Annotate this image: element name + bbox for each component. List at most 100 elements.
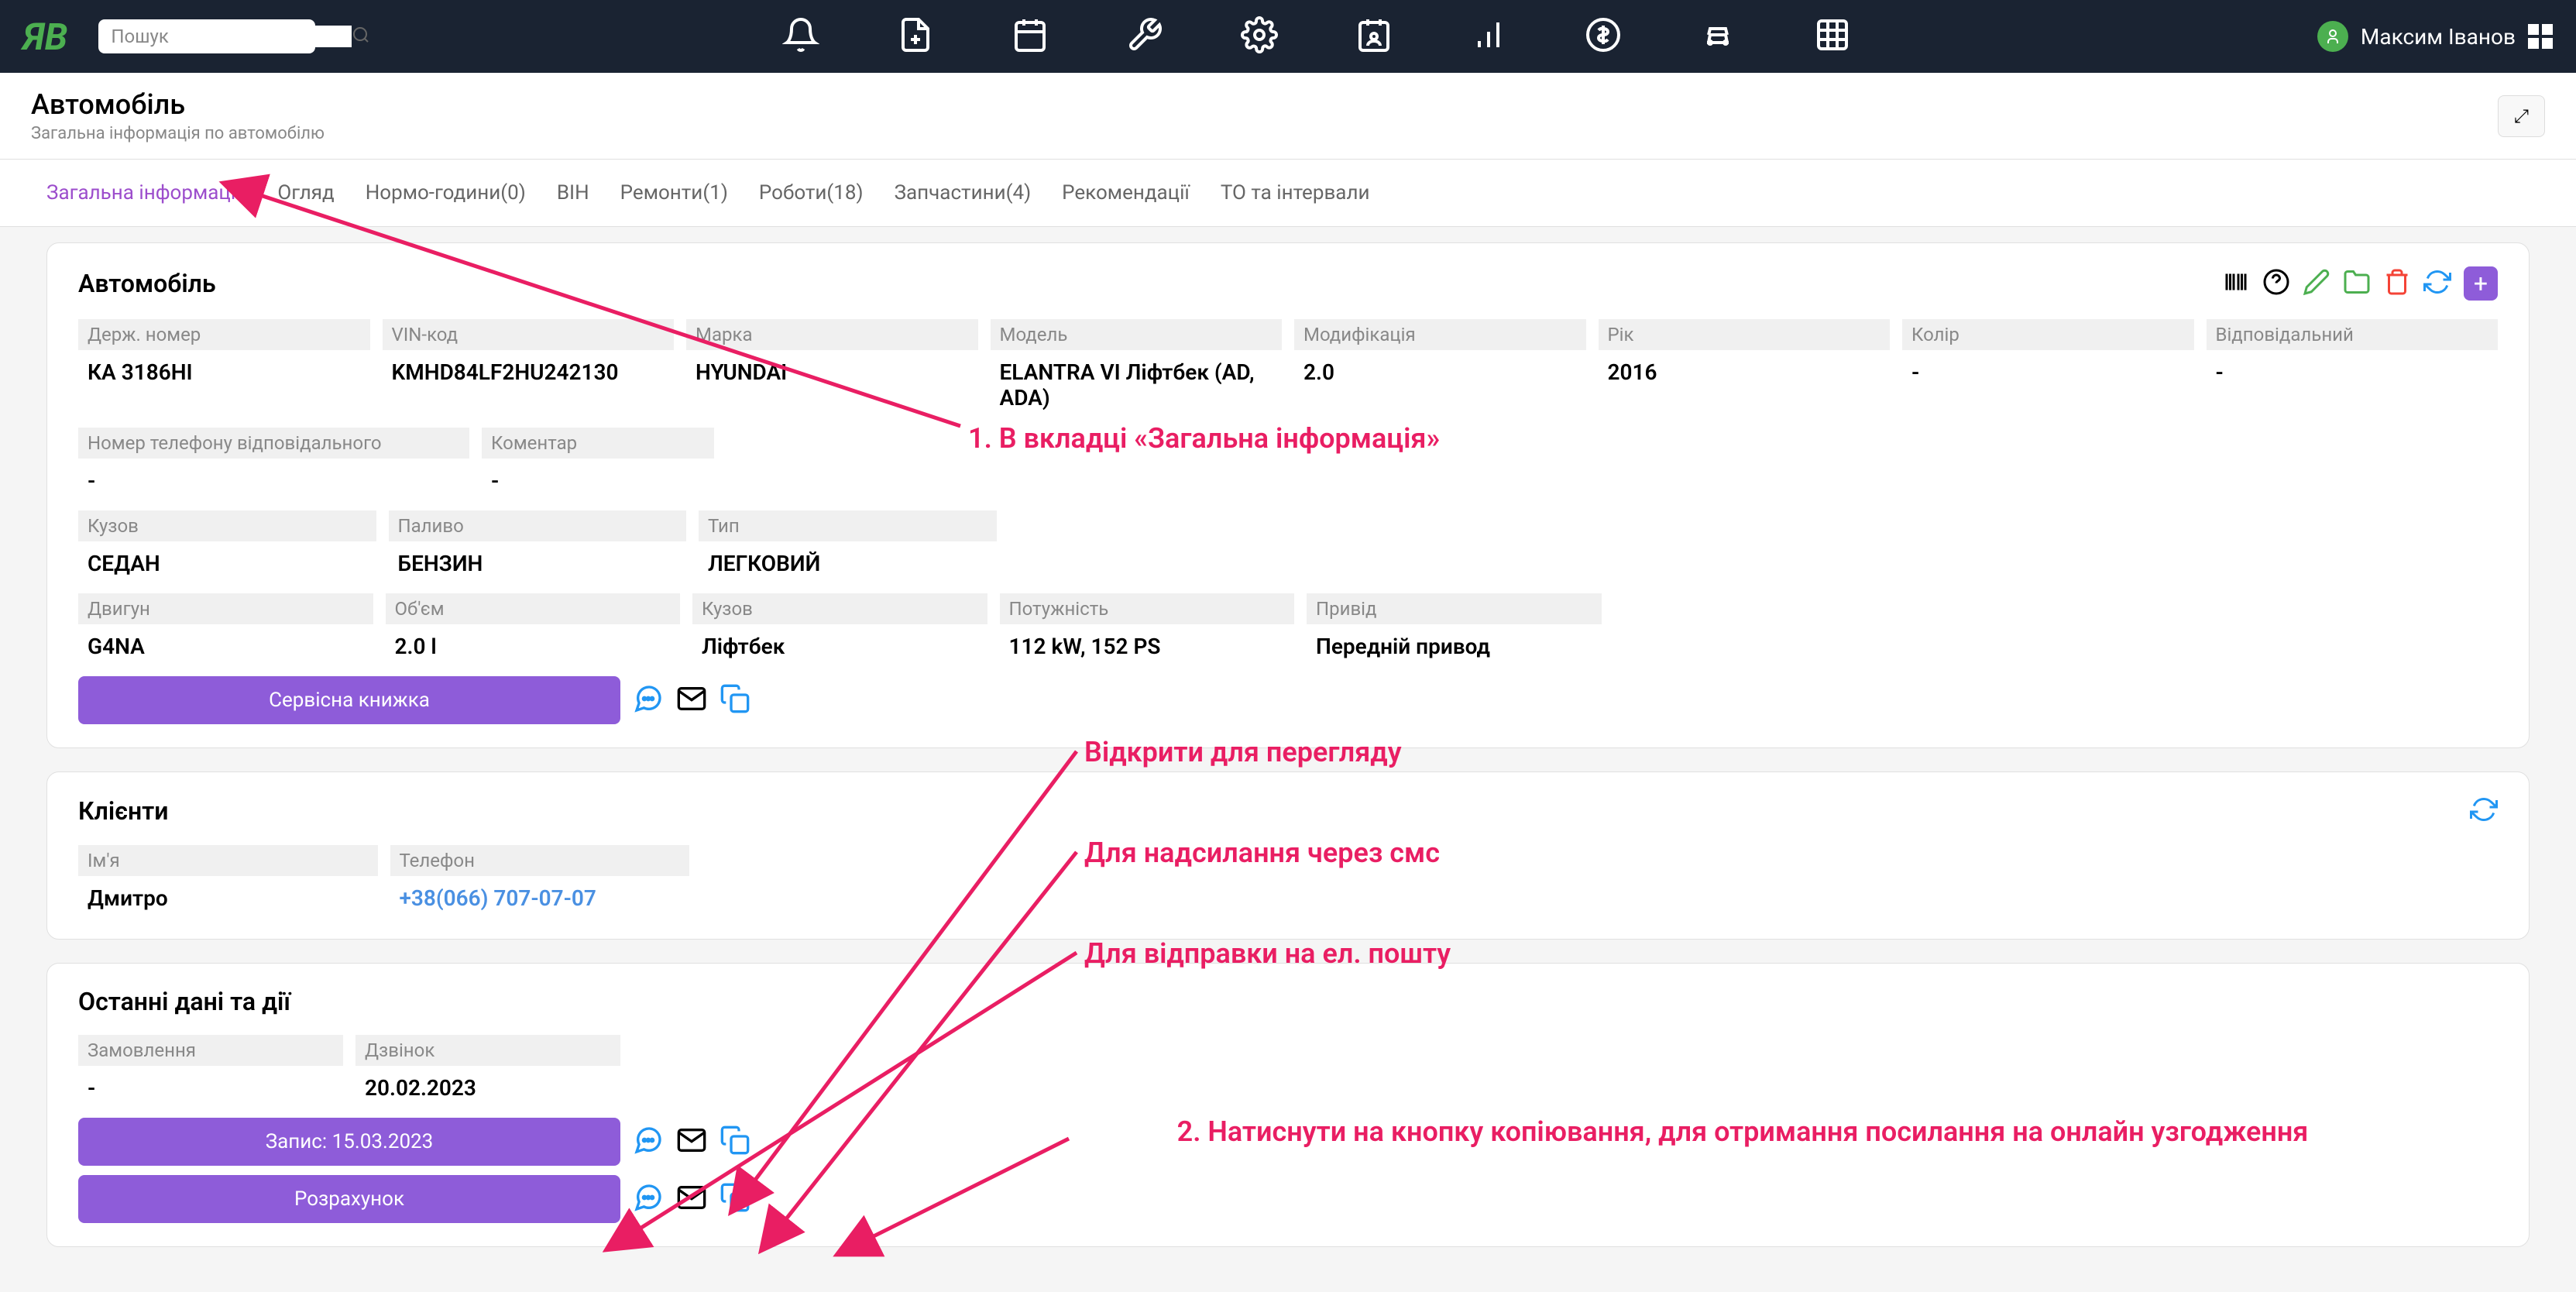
edit-icon[interactable] [2303, 268, 2330, 299]
type-value: ЛЕГКОВИЙ [699, 546, 997, 581]
delete-icon[interactable] [2383, 268, 2411, 299]
logo: ЯB [23, 15, 67, 59]
fuel-label: Паливо [389, 510, 687, 541]
responsible-label: Відповідальний [2207, 319, 2499, 350]
client-phone-value[interactable]: +38(066) 707-07-07 [390, 881, 690, 916]
vin-value: KMHD84LF2HU242130 [383, 355, 675, 390]
apps-icon[interactable] [2528, 24, 2553, 49]
tabs: Загальна інформація Огляд Нормо-години(0… [0, 160, 2576, 227]
year-label: Рік [1599, 319, 1891, 350]
copy-icon-2[interactable] [720, 1125, 750, 1159]
user-name: Максим Іванов [2361, 24, 2516, 50]
tab-general-info[interactable]: Загальна інформація [46, 175, 246, 211]
mod-value: 2.0 [1294, 355, 1586, 390]
calculation-button[interactable]: Розрахунок [78, 1175, 620, 1223]
plate-value: КА 3186НІ [78, 355, 370, 390]
email-icon-3[interactable] [676, 1182, 707, 1216]
user-area[interactable]: Максим Іванов [2317, 21, 2553, 52]
volume-value: 2.0 l [386, 629, 681, 664]
call-label: Дзвінок [355, 1035, 620, 1066]
mod-label: Модифікація [1294, 319, 1586, 350]
tab-bih[interactable]: BIH [557, 175, 589, 211]
chart-icon[interactable] [1470, 16, 1507, 57]
page-subtitle: Загальна інформація по автомобілю [31, 124, 325, 143]
add-file-icon[interactable] [897, 16, 934, 57]
copy-icon-3[interactable] [720, 1182, 750, 1216]
tab-repairs[interactable]: Ремонти(1) [620, 175, 728, 211]
tab-recommendations[interactable]: Рекомендації [1062, 175, 1190, 211]
fuel-value: БЕНЗИН [389, 546, 687, 581]
calendar-icon[interactable] [1012, 16, 1049, 57]
sms-icon-2[interactable] [633, 1125, 664, 1159]
color-label: Колір [1902, 319, 2194, 350]
drive-value: Передній привод [1307, 629, 1602, 664]
nav-icons [315, 16, 2317, 57]
model-value: ELANTRA VI Ліфтбек (AD, ADA) [991, 355, 1283, 415]
folder-icon[interactable] [2343, 268, 2371, 299]
resp-phone-value: - [78, 463, 469, 498]
search-box[interactable] [98, 19, 315, 53]
avatar [2317, 21, 2348, 52]
clients-card: Клієнти Ім'я Дмитро Телефон +38(066) 707-0… [46, 771, 2530, 940]
email-icon-2[interactable] [676, 1125, 707, 1159]
resp-phone-label: Номер телефону відповідального [78, 428, 469, 459]
gear-icon[interactable] [1241, 16, 1278, 57]
content: Загальна інформація Огляд Нормо-години(0… [0, 160, 2576, 1247]
sms-icon-3[interactable] [633, 1182, 664, 1216]
body-label: Кузов [78, 510, 376, 541]
vehicle-card: Автомобіль + Держ. номерКА 3186НІ VIN-ко… [46, 242, 2530, 748]
barcode-icon[interactable] [2222, 268, 2250, 299]
engine-value: G4NA [78, 629, 373, 664]
call-value: 20.02.2023 [355, 1070, 620, 1105]
help-icon[interactable] [2262, 268, 2290, 299]
comment-label: Коментар [482, 428, 714, 459]
type-label: Тип [699, 510, 997, 541]
client-phone-label: Телефон [390, 845, 690, 876]
copy-icon[interactable] [720, 683, 750, 717]
client-name-value: Дмитро [78, 881, 378, 916]
vehicle-section-title: Автомобіль [78, 269, 216, 298]
refresh-icon[interactable] [2423, 268, 2451, 299]
volume-label: Об'єм [386, 593, 681, 624]
comment-value: - [482, 463, 714, 498]
body-value: СЕДАН [78, 546, 376, 581]
grid-icon[interactable] [1814, 16, 1851, 57]
brand-value: HYUNDAI [686, 355, 978, 390]
contacts-icon[interactable] [1355, 16, 1393, 57]
bell-icon[interactable] [782, 16, 819, 57]
responsible-value: - [2207, 355, 2499, 390]
add-button[interactable]: + [2464, 266, 2498, 301]
dollar-icon[interactable] [1585, 16, 1622, 57]
tab-works[interactable]: Роботи(18) [759, 175, 864, 211]
vehicle-actions: + [2222, 266, 2498, 301]
expand-button[interactable]: ⤢ [2498, 95, 2545, 137]
page-header: Автомобіль Загальна інформація по автомо… [0, 73, 2576, 160]
model-label: Модель [991, 319, 1283, 350]
color-value: - [1902, 355, 2194, 390]
tab-overview[interactable]: Огляд [277, 175, 334, 211]
drive-label: Привід [1307, 593, 1602, 624]
tab-norm-hours[interactable]: Нормо-години(0) [366, 175, 526, 211]
tab-parts[interactable]: Запчастини(4) [895, 175, 1032, 211]
sms-icon[interactable] [633, 683, 664, 717]
tab-service-intervals[interactable]: ТО та інтервали [1221, 175, 1370, 211]
clients-section-title: Клієнти [78, 796, 168, 826]
power-value: 112 kW, 152 PS [1000, 629, 1295, 664]
power-label: Потужність [1000, 593, 1295, 624]
last-actions-card: Останні дані та дії Замовлення - Дзвінок 2… [46, 963, 2530, 1247]
last-actions-title: Останні дані та дії [78, 987, 290, 1016]
record-button[interactable]: Запис: 15.03.2023 [78, 1118, 620, 1166]
refresh-clients-icon[interactable] [2470, 795, 2498, 826]
email-icon[interactable] [676, 683, 707, 717]
car-icon[interactable] [1699, 16, 1736, 57]
wrench-icon[interactable] [1126, 16, 1163, 57]
order-label: Замовлення [78, 1035, 343, 1066]
body2-label: Кузов [692, 593, 987, 624]
year-value: 2016 [1599, 355, 1891, 390]
body2-value: Ліфтбек [692, 629, 987, 664]
service-book-button[interactable]: Сервісна книжка [78, 676, 620, 724]
page-title-block: Автомобіль Загальна інформація по автомо… [31, 88, 325, 143]
client-name-label: Ім'я [78, 845, 378, 876]
engine-label: Двигун [78, 593, 373, 624]
order-value: - [78, 1070, 343, 1105]
